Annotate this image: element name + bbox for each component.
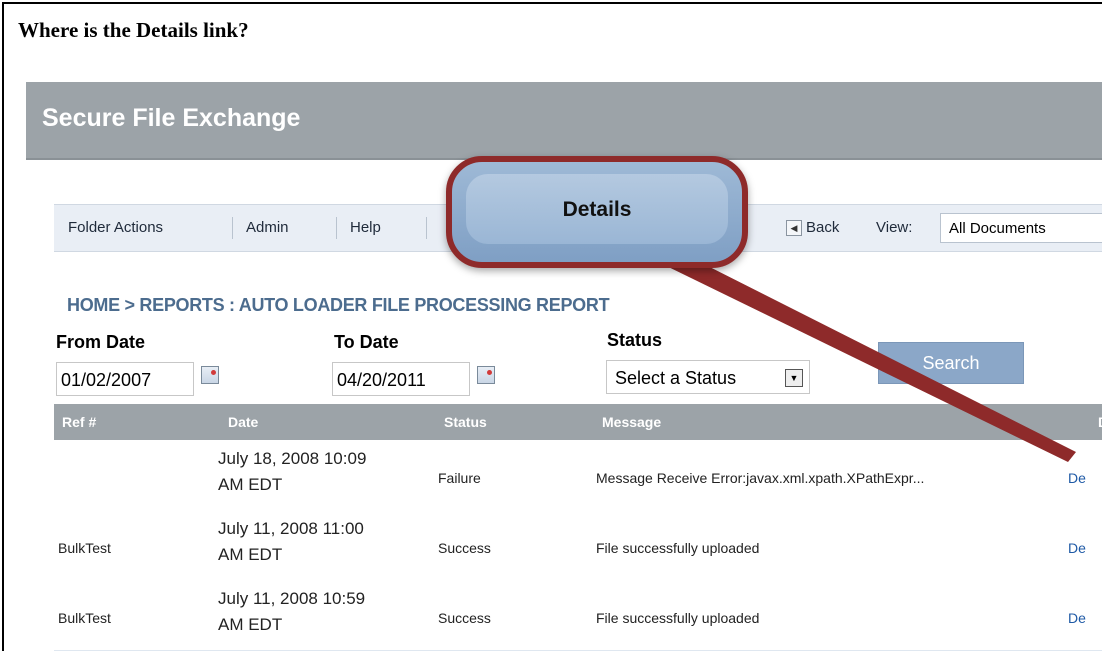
view-label: View: — [876, 219, 913, 236]
table-row: BulkTest July 11, 2008 10:59 AM EDT Succ… — [54, 580, 1102, 651]
details-link[interactable]: De — [1068, 470, 1086, 486]
details-link[interactable]: De — [1068, 540, 1086, 556]
back-button[interactable]: ◀ Back — [786, 219, 839, 236]
cell-message: File successfully uploaded — [596, 610, 760, 626]
column-header-date[interactable]: Date — [228, 414, 258, 430]
cell-date-line2: AM EDT — [218, 475, 283, 494]
column-header-message[interactable]: Message — [602, 414, 661, 430]
cell-date: July 18, 2008 10:09 AM EDT — [218, 446, 418, 498]
menu-folder-actions[interactable]: Folder Actions — [68, 219, 163, 236]
calendar-icon[interactable] — [477, 366, 495, 384]
column-header-details[interactable]: D — [1098, 414, 1102, 430]
to-date-input[interactable]: 04/20/2011 — [332, 362, 470, 396]
from-date-label: From Date — [56, 332, 146, 352]
cell-status: Success — [438, 610, 491, 626]
cell-date-line1: July 18, 2008 10:09 — [218, 449, 367, 468]
menu-divider — [426, 217, 427, 239]
app-header: Secure File Exchange — [26, 82, 1102, 160]
callout-label: Details — [562, 198, 632, 221]
breadcrumb-path: REPORTS : AUTO LOADER FILE PROCESSING RE… — [139, 295, 610, 315]
menu-admin[interactable]: Admin — [246, 219, 289, 236]
column-header-status[interactable]: Status — [444, 414, 487, 430]
table-row: July 18, 2008 10:09 AM EDT Failure Messa… — [54, 440, 1102, 511]
cell-message: Message Receive Error:javax.xml.xpath.XP… — [596, 470, 925, 486]
to-date-label: To Date — [334, 332, 399, 352]
table-row: BulkTest July 11, 2008 11:00 AM EDT Succ… — [54, 510, 1102, 581]
cell-date: July 11, 2008 10:59 AM EDT — [218, 586, 418, 638]
table-header: Ref # Date Status Message D — [54, 404, 1102, 440]
view-select[interactable]: All Documents — [940, 213, 1102, 243]
cell-date: July 11, 2008 11:00 AM EDT — [218, 516, 418, 568]
breadcrumb: HOME > REPORTS : AUTO LOADER FILE PROCES… — [67, 295, 610, 316]
question-heading: Where is the Details link? — [18, 18, 249, 42]
details-link[interactable]: De — [1068, 610, 1086, 626]
cell-date-line1: July 11, 2008 10:59 — [218, 589, 366, 608]
cell-ref: BulkTest — [58, 610, 111, 626]
from-date-input[interactable]: 01/02/2007 — [56, 362, 194, 396]
breadcrumb-home[interactable]: HOME > — [67, 295, 135, 315]
cell-status: Failure — [438, 470, 481, 486]
menu-help[interactable]: Help — [350, 219, 381, 236]
calendar-icon[interactable] — [201, 366, 219, 384]
cell-message: File successfully uploaded — [596, 540, 760, 556]
menu-divider — [232, 217, 233, 239]
cell-status: Success — [438, 540, 491, 556]
search-button[interactable]: Search — [878, 342, 1024, 384]
menu-divider — [336, 217, 337, 239]
app-title: Secure File Exchange — [42, 104, 301, 132]
back-label: Back — [806, 219, 840, 236]
cell-date-line2: AM EDT — [218, 615, 283, 634]
cell-ref: BulkTest — [58, 540, 111, 556]
back-arrow-icon: ◀ — [786, 219, 802, 236]
chevron-down-icon: ▼ — [785, 369, 803, 387]
status-label: Status — [607, 330, 663, 350]
cell-date-line1: July 11, 2008 11:00 — [218, 519, 364, 538]
callout-box: Details — [446, 156, 748, 268]
status-select[interactable]: Select a Status ▼ — [606, 360, 810, 394]
column-header-ref[interactable]: Ref # — [62, 414, 96, 430]
cell-date-line2: AM EDT — [218, 545, 283, 564]
status-select-value: Select a Status — [615, 368, 737, 388]
